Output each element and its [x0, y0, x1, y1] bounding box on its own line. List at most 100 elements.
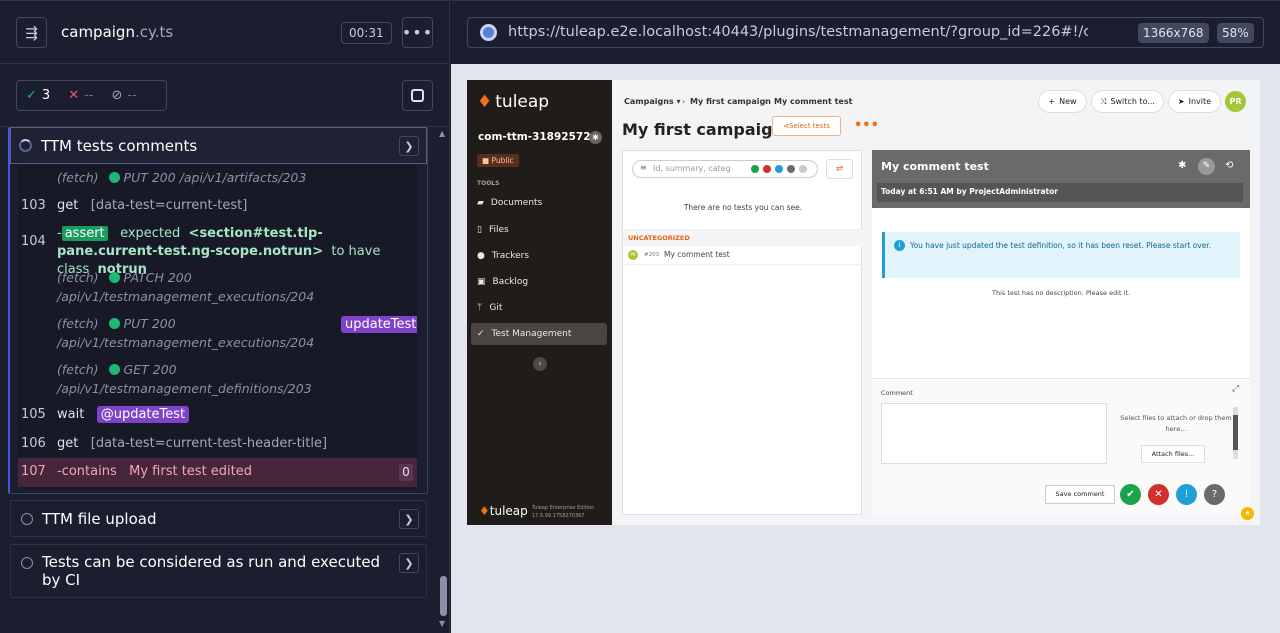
chevron-right-icon[interactable]: ❯: [399, 553, 419, 573]
test-title: Tests can be considered as run and execu…: [42, 553, 381, 589]
campaign-menu-ellipsis-icon[interactable]: •••: [854, 118, 879, 133]
test-row[interactable]: Tests can be considered as run and execu…: [10, 544, 427, 598]
comment-textarea[interactable]: [881, 403, 1107, 464]
git-icon: ᛘ: [477, 303, 483, 313]
filter-icon: ≡: [640, 163, 647, 172]
nav-documents[interactable]: ▰ Documents: [471, 192, 607, 214]
alias-badge: updateTest: [341, 316, 417, 333]
tuleap-logo-icon: ♦: [479, 504, 490, 518]
star-icon[interactable]: ★: [1241, 507, 1254, 520]
nav-backlog[interactable]: ▣ Backlog: [471, 271, 607, 293]
shuffle-icon: ⤨: [1100, 96, 1107, 106]
link-icon[interactable]: ⟲: [1225, 160, 1233, 171]
url-text: https://tuleap.e2e.localhost:40443/plugi…: [508, 24, 1088, 40]
filter-passed-icon: [751, 165, 759, 173]
test-detail-pane: My comment test ✱ ✎ ⟲ Today at 6:51 AM b…: [872, 150, 1250, 515]
user-avatar[interactable]: PR: [1225, 91, 1246, 112]
running-spinner-icon: [19, 139, 32, 152]
test-list-item[interactable]: PR #203 My comment test: [623, 247, 863, 265]
public-badge: ■ Public: [477, 154, 519, 167]
attach-scrollbar[interactable]: [1233, 407, 1238, 459]
breadcrumb-test[interactable]: My comment test: [774, 97, 852, 106]
pending-circle-icon: [21, 513, 33, 525]
info-icon: i: [894, 240, 905, 251]
footer-logo: ♦tuleap: [479, 504, 528, 518]
new-button[interactable]: + New: [1038, 90, 1087, 113]
more-options-button[interactable]: •••: [402, 17, 433, 48]
chevron-right-icon[interactable]: ❯: [399, 136, 419, 156]
command-fetch[interactable]: (fetch) PUT 200 /api/v1/artifacts/203: [57, 168, 306, 187]
pending-stat: ⊘ --: [111, 88, 137, 103]
command-fetch[interactable]: (fetch) GET 200/api/v1/testmanagement_def…: [57, 360, 312, 398]
status-dot-icon: [108, 272, 120, 283]
nav-git[interactable]: ᛘ Git: [471, 297, 607, 319]
scroll-up-icon[interactable]: ▲: [439, 129, 445, 138]
command-row-107[interactable]: 107 -contains My first test edited 0: [18, 458, 417, 487]
tracker-icon: ●: [477, 251, 485, 261]
scrollbar-thumb[interactable]: [440, 576, 447, 616]
test-row[interactable]: TTM file upload ❯: [10, 500, 427, 537]
expand-icon[interactable]: ⤢: [1232, 384, 1239, 394]
file-icon: ▯: [477, 225, 482, 235]
tuleap-logo[interactable]: ♦ tuleap: [477, 92, 549, 112]
no-description: This test has no description. Please edi…: [991, 289, 1130, 297]
active-test-header[interactable]: TTM tests comments ❯: [10, 127, 427, 164]
select-tests-button[interactable]: ⊲ Select tests: [772, 116, 841, 136]
bug-icon[interactable]: ✱: [1178, 160, 1186, 171]
scroll-down-icon[interactable]: ▼: [439, 619, 445, 628]
viewport-size: 1366x768: [1138, 23, 1209, 43]
breadcrumb-campaign[interactable]: My first campaign: [690, 97, 771, 106]
no-tests-message: There are no tests you can see.: [683, 203, 803, 212]
stop-button[interactable]: [402, 80, 433, 111]
check-icon: ✔: [1126, 489, 1135, 500]
collapse-sidebar-icon[interactable]: ‹: [533, 357, 547, 371]
browser-icon: [480, 24, 497, 41]
invite-button[interactable]: ➤ Invite: [1168, 90, 1221, 113]
info-alert: i You have just updated the test definit…: [882, 232, 1240, 278]
project-name[interactable]: com-ttm-31892572: [478, 131, 591, 143]
test-title: TTM file upload: [42, 510, 157, 528]
filter-blocked-icon: [775, 165, 783, 173]
switch-to-button[interactable]: ⤨ Switch to...: [1091, 90, 1164, 113]
save-comment-button[interactable]: Save comment: [1045, 485, 1115, 504]
backlog-icon: ▣: [477, 277, 486, 287]
pending-circle-icon: [21, 557, 33, 569]
x-icon: ✕: [68, 88, 80, 103]
test-search-input[interactable]: ≡ Id, summary, categ: [632, 160, 818, 178]
campaign-title: My first campaign: [622, 120, 784, 139]
notrun-button[interactable]: ?: [1204, 484, 1225, 505]
category-header: UNCATEGORIZED: [623, 229, 863, 246]
test-header: My comment test ✱ ✎ ⟲ Today at 6:51 AM b…: [872, 150, 1250, 208]
spec-name: campaign.cy.ts: [61, 23, 174, 41]
chevron-right-icon[interactable]: ❯: [399, 509, 419, 529]
send-icon: ➤: [1177, 97, 1185, 106]
nav-test-management[interactable]: ✓ Test Management: [471, 323, 607, 345]
nav-files[interactable]: ▯ Files: [471, 219, 607, 241]
url-bar[interactable]: https://tuleap.e2e.localhost:40443/plugi…: [467, 17, 1264, 48]
pass-button[interactable]: ✔: [1120, 484, 1141, 505]
app-frame: ♦ tuleap com-ttm-31892572 ✱ ■ Public TOOL…: [467, 80, 1260, 525]
run-timer: 00:31: [341, 22, 392, 44]
check-icon: ✓: [26, 88, 37, 103]
edit-pencil-icon[interactable]: ✎: [1198, 158, 1215, 175]
blocked-button[interactable]: !: [1176, 484, 1197, 505]
lock-icon: ■: [482, 156, 490, 165]
command-row-104[interactable]: 104 - assert expected <section#test.tlp-p…: [18, 225, 417, 277]
scroll-to-current-icon[interactable]: ⇌: [826, 159, 853, 179]
filter-notrun-icon: [787, 165, 795, 173]
test-stats: ✓ 3 ✕ -- ⊘ --: [16, 80, 167, 111]
nav-trackers[interactable]: ● Trackers: [471, 245, 607, 267]
folder-icon: ▰: [477, 198, 484, 208]
toggle-specs-button[interactable]: ⇶: [16, 17, 47, 48]
fail-button[interactable]: ✕: [1148, 484, 1169, 505]
x-icon: ✕: [1154, 489, 1163, 500]
settings-gear-icon[interactable]: ✱: [589, 131, 602, 144]
zoom-level: 58%: [1217, 23, 1254, 43]
attach-files-button[interactable]: Attach files...: [1141, 445, 1205, 463]
breadcrumb-campaigns[interactable]: Campaigns ▾: [624, 97, 680, 106]
tuleap-main: Campaigns ▾ › My first campaign › My com…: [612, 80, 1260, 525]
command-fetch[interactable]: (fetch) PATCH 200/api/v1/testmanagement_e…: [57, 268, 314, 306]
tools-label: TOOLS: [477, 180, 500, 187]
drop-zone[interactable]: Select files to attach or drop them here…: [1117, 413, 1235, 435]
reporter-scrollbar[interactable]: ▲ ▼: [438, 127, 449, 633]
